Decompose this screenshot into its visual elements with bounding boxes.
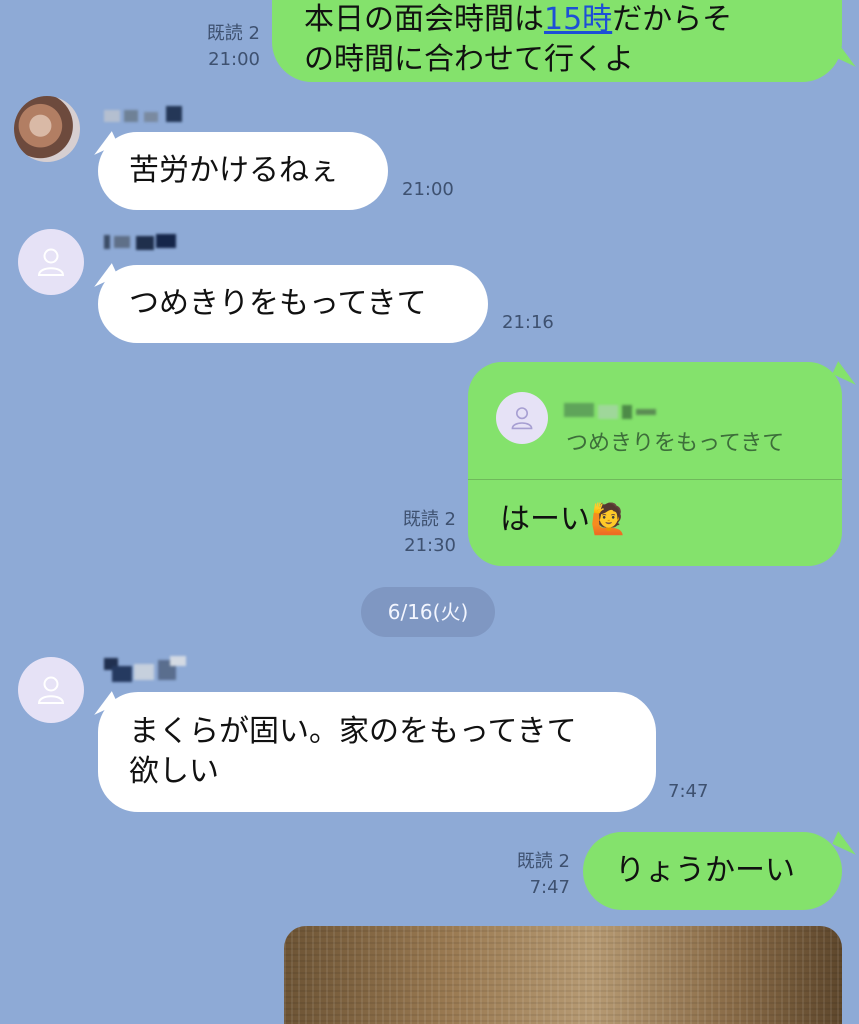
time-link[interactable]: 15時 (544, 2, 612, 37)
sent-reply-bubble[interactable]: つめきりをもってきて はーい🙋 (468, 362, 842, 566)
sender-name (104, 232, 184, 250)
message-text: つめきりをもってきて (129, 286, 427, 321)
received-message-bubble[interactable]: つめきりをもってきて (98, 265, 488, 343)
timestamp: 21:00 (208, 49, 260, 70)
message-text: の時間に合わせて行くよ (304, 42, 634, 77)
default-user-icon (511, 407, 533, 430)
avatar[interactable] (18, 229, 84, 295)
quoted-avatar (496, 392, 548, 444)
message-text: 苦労かけるねぇ (129, 153, 339, 188)
read-receipt: 既読 2 (516, 851, 570, 872)
received-message-bubble[interactable]: 苦労かけるねぇ (98, 132, 388, 210)
read-receipt: 既読 2 (402, 509, 456, 530)
timestamp: 21:30 (404, 535, 456, 556)
timestamp: 21:00 (402, 179, 454, 200)
timestamp: 7:47 (668, 781, 709, 802)
default-user-icon (37, 676, 65, 704)
message-text: 欲しい (129, 754, 219, 789)
message-text: まくらが固い。家のをもってきて (129, 714, 577, 749)
quoted-message-text: つめきりをもってきて (566, 431, 785, 456)
received-message-bubble[interactable]: まくらが固い。家のをもってきて 欲しい (98, 692, 656, 812)
divider (468, 479, 842, 480)
timestamp: 21:16 (502, 312, 554, 333)
avatar[interactable] (14, 96, 80, 162)
quoted-sender-name (564, 392, 664, 419)
timestamp: 7:47 (529, 877, 570, 898)
person-raising-hand-icon: 🙋 (590, 502, 628, 537)
default-user-icon (37, 248, 65, 276)
avatar[interactable] (18, 657, 84, 723)
sender-name (104, 656, 188, 690)
date-separator: 6/16(火) (361, 587, 495, 637)
read-receipt: 既読 2 (206, 23, 260, 44)
sent-message-bubble[interactable]: りょうかーい (583, 832, 842, 910)
sent-message-bubble[interactable]: 本日の面会時間は15時だからそ の時間に合わせて行くよ (272, 0, 842, 82)
message-text: 本日の面会時間は15時だからそ (304, 2, 733, 37)
message-text: はーい🙋 (500, 502, 628, 537)
message-text: りょうかーい (615, 853, 795, 888)
sent-photo[interactable] (284, 926, 842, 1024)
sender-name (104, 104, 184, 122)
